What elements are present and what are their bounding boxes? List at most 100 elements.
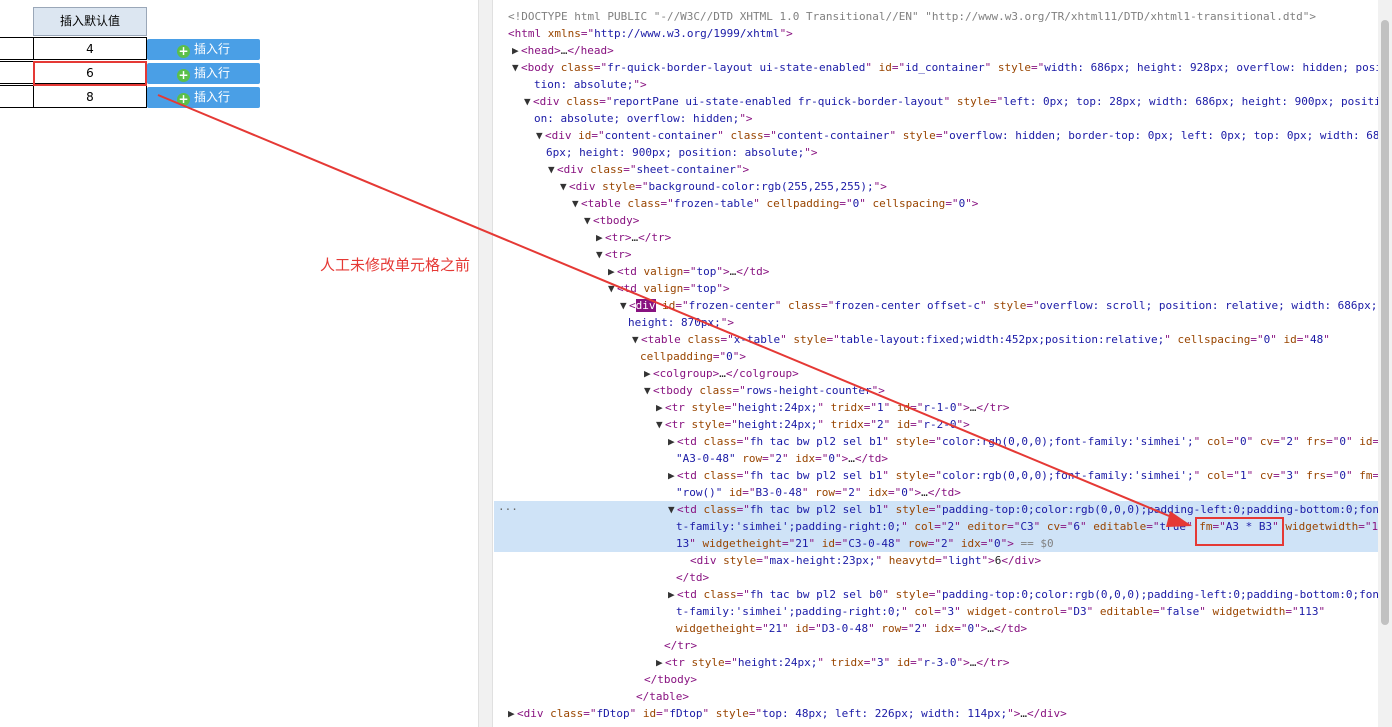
dom-token: …	[719, 367, 726, 380]
collapse-triangle-icon[interactable]: ▼	[572, 195, 581, 212]
collapse-triangle-icon[interactable]: ▼	[632, 331, 641, 348]
dom-line[interactable]: t-family:'simhei';padding-right:0;" col=…	[494, 603, 1325, 620]
dom-token: col	[1206, 435, 1227, 448]
dom-line[interactable]: ▼ <div id="frozen-center" class="frozen-c…	[494, 297, 1377, 314]
collapse-triangle-icon[interactable]: ▼	[512, 59, 521, 76]
dom-token: ">	[720, 316, 734, 329]
collapse-triangle-icon[interactable]: ▼	[548, 161, 557, 178]
dom-token: id	[878, 61, 892, 74]
expand-triangle-icon[interactable]: ▶	[668, 433, 677, 450]
dom-line[interactable]: ▶ <tr style="height:24px;" tridx="1" id="…	[494, 399, 1009, 416]
dom-line[interactable]: ▶ <tr>…</tr>	[494, 229, 671, 246]
dom-token: valign	[643, 265, 684, 278]
dom-line[interactable]: ▶ <div class="fDtop" id="fDtop" style="to…	[494, 705, 1067, 722]
dom-line[interactable]: ▶ <colgroup>…</colgroup>	[494, 365, 799, 382]
default-value-cell-row3[interactable]: 8	[33, 85, 147, 108]
dom-token: editor	[967, 520, 1008, 533]
more-options-icon[interactable]: ···	[498, 503, 518, 516]
dom-line[interactable]: ▼ <tr>	[494, 246, 632, 263]
dom-token: ="	[675, 299, 689, 312]
dom-token: "	[1293, 435, 1307, 448]
expand-triangle-icon[interactable]: ▶	[644, 365, 653, 382]
dom-line[interactable]: ▼ <div style="background-color:rgb(255,25…	[494, 178, 887, 195]
dom-line[interactable]: <html xmlns="http://www.w3.org/1999/xhtm…	[494, 25, 793, 42]
dom-token: widgetheight	[676, 622, 756, 635]
dom-line[interactable]: ▼ <tr style="height:24px;" tridx="2" id="…	[494, 416, 970, 433]
collapse-triangle-icon[interactable]: ▼	[608, 280, 617, 297]
dom-token: "	[901, 605, 915, 618]
collapse-triangle-icon[interactable]: ▼	[596, 246, 605, 263]
dom-token: "	[817, 401, 831, 414]
dom-token: ">	[739, 112, 753, 125]
dom-token: ="	[683, 265, 697, 278]
expand-triangle-icon[interactable]: ▶	[668, 586, 677, 603]
scrollbar-thumb[interactable]	[1381, 20, 1389, 625]
expand-triangle-icon[interactable]: ▶	[508, 705, 517, 722]
dom-line[interactable]: ▼ <table class="frozen-table" cellpadding…	[494, 195, 978, 212]
dom-token: 3	[876, 656, 884, 669]
dom-line[interactable]: ▶ <td class="fh tac bw pl2 sel b0" style=…	[494, 586, 1378, 603]
dom-line[interactable]: cellpadding="0">	[494, 348, 746, 365]
devtools-scrollbar[interactable]	[1378, 0, 1392, 727]
collapse-triangle-icon[interactable]: ▼	[560, 178, 569, 195]
dom-line[interactable]: ▼ <tbody class="rows-height-counter">	[494, 382, 885, 399]
dom-line[interactable]: ▼ <table class="x-table" style="table-lay…	[494, 331, 1330, 348]
dom-line[interactable]: </tbody>	[494, 671, 697, 688]
dom-line[interactable]: tion: absolute;">	[494, 76, 647, 93]
expand-triangle-icon[interactable]: ▶	[668, 467, 677, 484]
dom-line[interactable]: </td>	[494, 569, 709, 586]
insert-row-button[interactable]: + 插入行	[147, 87, 260, 108]
dom-line[interactable]: ▼ <div class="sheet-container">	[494, 161, 749, 178]
collapse-triangle-icon[interactable]: ▼	[668, 501, 677, 518]
dom-token: height:24px;	[737, 401, 818, 414]
dom-line[interactable]: on: absolute; overflow: hidden;">	[494, 110, 753, 127]
dom-token: color:rgb(0,0,0);font-family:'simhei';	[941, 469, 1194, 482]
expand-triangle-icon[interactable]: ▶	[512, 42, 521, 59]
dom-line[interactable]: "A3-0-48" row="2" idx="0">…</td>	[494, 450, 888, 467]
dom-line[interactable]: </table>	[494, 688, 689, 705]
dom-line[interactable]: ▼ <body class="fr-quick-border-layout ui-…	[494, 59, 1378, 76]
dom-token: frs	[1306, 435, 1327, 448]
collapse-triangle-icon[interactable]: ▼	[644, 382, 653, 399]
default-value-cell-row1[interactable]: 4	[33, 37, 147, 60]
dom-line[interactable]: ▶ <head>…</head>	[494, 42, 614, 59]
dom-line[interactable]: ▼ <div id="content-container" class="cont…	[494, 127, 1378, 144]
dom-token: ">	[956, 656, 970, 669]
dom-line[interactable]: ▶ <td valign="top">…</td>	[494, 263, 769, 280]
dom-token: <td	[677, 588, 704, 601]
collapse-triangle-icon[interactable]: ▼	[536, 127, 545, 144]
dom-line[interactable]: <!DOCTYPE html PUBLIC "-//W3C//DTD XHTML…	[494, 8, 1316, 25]
dom-line[interactable]: </tr>	[494, 637, 697, 654]
collapse-triangle-icon[interactable]: ▼	[620, 297, 629, 314]
dom-token: "A3-0-48"	[676, 452, 743, 465]
dom-line[interactable]: widgetheight="21" id="D3-0-48" row="2" i…	[494, 620, 1027, 637]
expand-triangle-icon[interactable]: ▶	[608, 263, 617, 280]
insert-row-button[interactable]: + 插入行	[147, 63, 260, 84]
dom-line[interactable]: ▶ <td class="fh tac bw pl2 sel b1" style=…	[494, 433, 1378, 450]
dom-token: </colgroup>	[725, 367, 799, 380]
dom-line[interactable]: ▼ <td valign="top">	[494, 280, 730, 297]
dom-line[interactable]: height: 870px;">	[494, 314, 734, 331]
dom-line[interactable]: 6px; height: 900px; position: absolute;"…	[494, 144, 818, 161]
dom-line[interactable]: ▼ <tbody>	[494, 212, 639, 229]
dom-token: <tbody>	[593, 214, 640, 227]
dom-token: valign	[643, 282, 684, 295]
dom-token: ="	[1031, 61, 1045, 74]
collapse-triangle-icon[interactable]: ▼	[584, 212, 593, 229]
collapse-triangle-icon[interactable]: ▼	[656, 416, 665, 433]
dom-line[interactable]: ▶ <td class="fh tac bw pl2 sel b1" style=…	[494, 467, 1378, 484]
dom-line[interactable]: ▼ <td class="fh tac bw pl2 sel b1" style=…	[494, 501, 1378, 518]
pane-divider[interactable]	[478, 0, 493, 727]
expand-triangle-icon[interactable]: ▶	[656, 654, 665, 671]
dom-line[interactable]: "row()" id="B3-0-48" row="2" idx="0">…</…	[494, 484, 961, 501]
expand-triangle-icon[interactable]: ▶	[656, 399, 665, 416]
insert-row-button[interactable]: + 插入行	[147, 39, 260, 60]
dom-line[interactable]: ▼ <div class="reportPane ui-state-enabled…	[494, 93, 1378, 110]
dom-token: top	[696, 282, 717, 295]
collapse-triangle-icon[interactable]: ▼	[524, 93, 533, 110]
dom-line[interactable]: ▶ <tr style="height:24px;" tridx="3" id="…	[494, 654, 1009, 671]
dom-line[interactable]: <div style="max-height:23px;" heavytd="l…	[494, 552, 1041, 569]
dom-token: D3-0-48	[821, 622, 869, 635]
expand-triangle-icon[interactable]: ▶	[596, 229, 605, 246]
dom-token: id	[896, 656, 911, 669]
